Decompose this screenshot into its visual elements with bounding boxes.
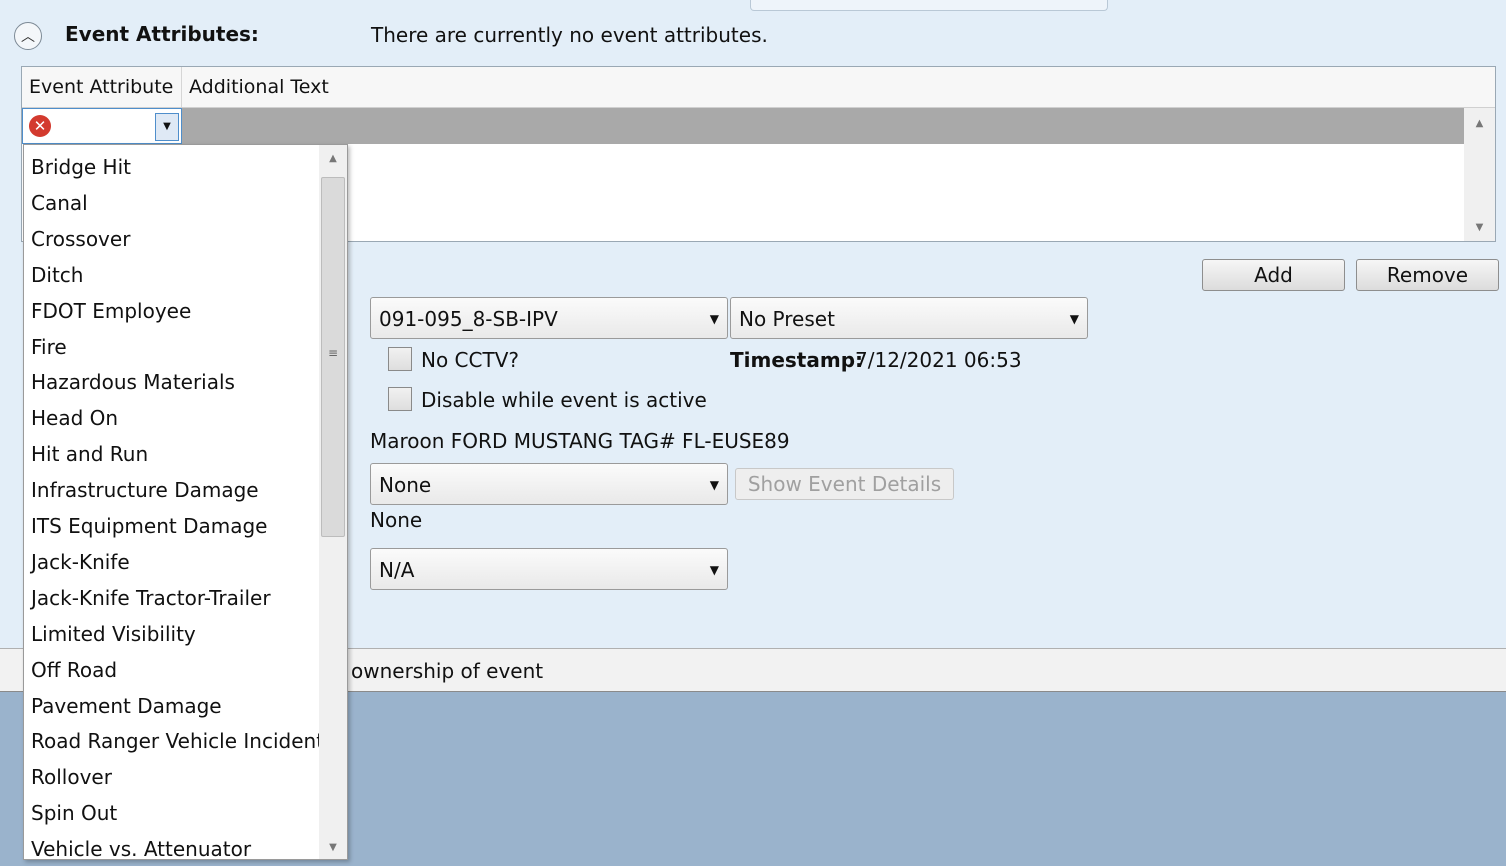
chevron-down-icon: ▼ (1069, 312, 1079, 326)
condition-select-value: N/A (379, 558, 415, 582)
event-attribute-dropdown-list[interactable]: Bridge Hit Canal Crossover Ditch FDOT Employ… (23, 144, 348, 860)
dropdown-item[interactable]: Head On (31, 400, 118, 436)
section-message: There are currently no event attributes. (371, 23, 768, 47)
preset-select[interactable]: No Preset ▼ (730, 297, 1088, 339)
camera-select[interactable]: 091-095_8-SB-IPV ▼ (370, 297, 728, 339)
disable-while-active-checkbox[interactable] (388, 387, 412, 411)
chevron-down-icon: ▼ (709, 312, 719, 326)
dropdown-item[interactable]: Jack-Knife (31, 544, 130, 580)
scroll-up-icon[interactable]: ▲ (1464, 118, 1495, 129)
related-event-value: None (370, 508, 423, 532)
column-header-event-attribute[interactable]: Event Attribute (22, 67, 182, 107)
event-attribute-combobox[interactable]: ✕ ▼ (22, 108, 182, 144)
disable-while-active-label: Disable while event is active (421, 388, 707, 412)
upper-field-edge (750, 0, 1108, 11)
add-button[interactable]: Add (1202, 259, 1345, 291)
dropdown-item[interactable]: Jack-Knife Tractor-Trailer (31, 580, 271, 616)
related-event-select[interactable]: None ▼ (370, 463, 728, 505)
dropdown-item[interactable]: Canal (31, 185, 88, 221)
remove-button[interactable]: Remove (1356, 259, 1499, 291)
dropdown-item[interactable]: Hit and Run (31, 436, 148, 472)
section-title: Event Attributes: (65, 22, 259, 46)
dropdown-item[interactable]: Infrastructure Damage (31, 472, 259, 508)
dropdown-item[interactable]: Ditch (31, 257, 83, 293)
dropdown-arrow-icon[interactable]: ▼ (155, 113, 179, 141)
timestamp-label: Timestamp: (730, 348, 864, 372)
dropdown-item[interactable]: Crossover (31, 221, 130, 257)
condition-select[interactable]: N/A ▼ (370, 548, 728, 590)
grid-edit-row[interactable]: ✕ ▼ (22, 108, 1464, 144)
dropdown-item[interactable]: Off Road (31, 652, 117, 688)
related-event-select-value: None (379, 473, 432, 497)
dropdown-scrollbar[interactable]: ▲ ≡ ▼ (319, 145, 347, 859)
dropdown-item[interactable]: FDOT Employee (31, 293, 191, 329)
scroll-up-icon[interactable]: ▲ (319, 153, 347, 164)
timestamp-value: 7/12/2021 06:53 (855, 348, 1022, 372)
dropdown-item[interactable]: Bridge Hit (31, 149, 131, 185)
dropdown-item[interactable]: Road Ranger Vehicle Incident (31, 723, 324, 759)
error-icon: ✕ (29, 115, 51, 137)
dropdown-item[interactable]: Spin Out (31, 795, 117, 831)
scroll-thumb[interactable]: ≡ (321, 177, 345, 537)
dropdown-item[interactable]: Fire (31, 329, 67, 365)
dropdown-item[interactable]: Vehicle vs. Attenuator (31, 831, 251, 859)
dropdown-item[interactable]: Hazardous Materials (31, 364, 235, 400)
grid-header: Event Attribute Additional Text (22, 67, 1495, 108)
chevron-down-icon: ▼ (709, 478, 719, 492)
ownership-text: ownership of event (351, 659, 544, 683)
show-event-details-button[interactable]: Show Event Details (735, 468, 954, 500)
grid-scrollbar[interactable]: ▲ ▼ (1464, 108, 1495, 241)
grip-icon: ≡ (327, 346, 339, 360)
scroll-down-icon[interactable]: ▼ (1464, 222, 1495, 233)
dropdown-item[interactable]: ITS Equipment Damage (31, 508, 267, 544)
dropdown-item[interactable]: Rollover (31, 759, 112, 795)
no-cctv-label: No CCTV? (421, 348, 519, 372)
preset-select-value: No Preset (739, 307, 835, 331)
chevron-down-icon: ▼ (709, 563, 719, 577)
vehicle-description: Maroon FORD MUSTANG TAG# FL-EUSE89 (370, 429, 790, 453)
chevron-up-icon: ︿ (21, 29, 35, 45)
dropdown-item[interactable]: Pavement Damage (31, 688, 222, 724)
collapse-section-button[interactable]: ︿ (14, 22, 42, 50)
column-header-additional-text[interactable]: Additional Text (182, 67, 1464, 107)
scroll-down-icon[interactable]: ▼ (319, 842, 347, 853)
dropdown-item[interactable]: Limited Visibility (31, 616, 196, 652)
no-cctv-checkbox[interactable] (388, 347, 412, 371)
camera-select-value: 091-095_8-SB-IPV (379, 307, 558, 331)
